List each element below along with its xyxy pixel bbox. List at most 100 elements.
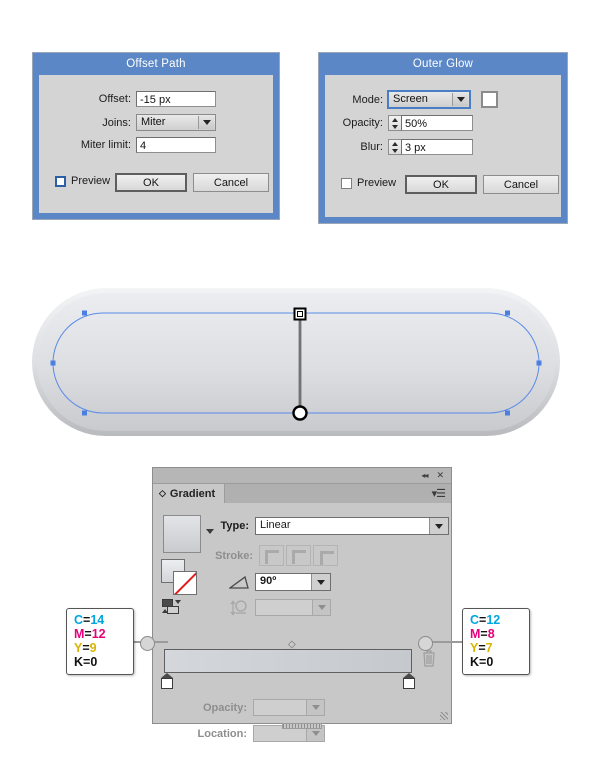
gradient-preview-swatch[interactable] <box>163 515 201 553</box>
glow-color-swatch[interactable] <box>481 91 498 108</box>
offset-preview-checkbox-row[interactable]: Preview <box>55 175 110 187</box>
cyan-key: C <box>470 613 480 627</box>
glow-cancel-button[interactable]: Cancel <box>483 175 559 194</box>
tab-gradient[interactable]: ◇ Gradient <box>153 484 226 503</box>
panel-bottom-grip[interactable] <box>282 723 322 729</box>
chevron-down-icon[interactable] <box>311 574 330 590</box>
cyan-key: C <box>74 613 84 627</box>
chevron-down-icon[interactable] <box>429 518 448 534</box>
none-slash-icon <box>174 572 196 594</box>
gradient-type-select[interactable]: Linear <box>255 517 449 535</box>
gradient-ramp[interactable] <box>164 649 412 673</box>
right-color-callout: C=12 M=8 Y=7 K=0 <box>462 608 530 675</box>
cyan-value: 12 <box>486 613 501 627</box>
vector-artwork-canvas <box>32 288 560 436</box>
mode-select[interactable]: Screen <box>387 90 471 109</box>
opacity-input[interactable]: 50% <box>401 115 473 131</box>
stop-opacity-select <box>253 699 325 716</box>
reverse-gradient-icon <box>229 599 249 616</box>
magenta-key: M <box>470 627 481 641</box>
eq-2: = <box>84 627 92 641</box>
chevron-down-icon <box>198 116 214 129</box>
gradient-angle-value: 90º <box>260 575 277 587</box>
glow-ok-button[interactable]: OK <box>405 175 477 194</box>
left-callout-connector-dot <box>140 636 155 651</box>
panel-tab-strip: ◇ Gradient ▾☰ <box>153 484 451 503</box>
chevron-down-icon <box>452 93 468 106</box>
offset-path-title-text: Offset Path <box>126 58 186 70</box>
black-key: K <box>74 655 84 669</box>
offset-ok-button[interactable]: OK <box>115 173 187 192</box>
gradient-stop-right[interactable] <box>403 673 415 689</box>
outer-glow-dialog: Outer Glow Mode: Screen Opacity: 50% Blu… <box>318 52 568 224</box>
blur-input[interactable]: 3 px <box>401 139 473 155</box>
opacity-stepper[interactable] <box>388 115 401 131</box>
outer-glow-dialog-title: Outer Glow <box>319 53 567 75</box>
stroke-gradient-within-icon <box>259 545 284 566</box>
stroke-row: Stroke: <box>213 545 338 566</box>
gradient-start-handle-circle[interactable] <box>292 405 308 421</box>
cyan-value: 14 <box>90 613 105 627</box>
gradient-panel: ◂◂ ✕ ◇ Gradient ▾☰ Type: Linear Stroke: … <box>152 467 452 742</box>
left-callout-yellow: Y=9 <box>74 641 126 655</box>
opacity-field-row: Opacity: 50% <box>325 115 561 131</box>
eq-2: = <box>480 627 488 641</box>
gradient-end-handle-square-inner <box>297 311 303 317</box>
mode-select-value: Screen <box>393 93 428 105</box>
stepper-up-icon[interactable] <box>392 117 398 122</box>
stroke-gradient-across-icon <box>313 545 338 566</box>
right-callout-connector-dot <box>418 636 433 651</box>
magenta-key: M <box>74 627 85 641</box>
offset-cancel-button[interactable]: Cancel <box>193 173 269 192</box>
stroke-gradient-along-icon <box>286 545 311 566</box>
stroke-label: Stroke: <box>215 549 253 562</box>
black-key: K <box>470 655 480 669</box>
yellow-value: 7 <box>485 641 493 655</box>
panel-resize-grip[interactable] <box>440 712 448 720</box>
gradient-fill-toggle-icon[interactable] <box>162 599 182 614</box>
stepper-down-icon[interactable] <box>392 148 398 153</box>
stepper-up-icon[interactable] <box>392 141 398 146</box>
gradient-type-value: Linear <box>260 519 291 531</box>
close-icon[interactable]: ✕ <box>436 470 444 481</box>
panel-tab-filler: ▾☰ <box>225 484 451 503</box>
mode-field-row: Mode: Screen <box>325 90 561 109</box>
miter-limit-field-row: Miter limit: 4 <box>39 137 273 153</box>
angle-icon <box>228 575 249 589</box>
angle-row: 90º <box>228 573 331 591</box>
left-callout-cyan: C=14 <box>74 613 126 627</box>
glow-preview-checkbox-row[interactable]: Preview <box>341 177 396 189</box>
glow-preview-checkbox[interactable] <box>341 177 352 189</box>
blur-label: Blur: <box>360 141 383 153</box>
type-label: Type: <box>220 520 249 532</box>
joins-select-value: Miter <box>141 116 166 128</box>
joins-select[interactable]: Miter <box>136 114 216 131</box>
gradient-stop-left[interactable] <box>161 673 173 689</box>
glow-preview-label: Preview <box>357 177 397 189</box>
panel-title-bar: ◂◂ ✕ <box>153 468 451 484</box>
magenta-value: 8 <box>487 627 495 641</box>
panel-menu-icon[interactable]: ▾☰ <box>432 487 446 500</box>
chevron-down-icon <box>312 600 330 615</box>
stroke-none-swatch[interactable] <box>173 571 197 595</box>
right-callout-magenta: M=8 <box>470 627 522 641</box>
miter-limit-label: Miter limit: <box>80 139 131 151</box>
stepper-down-icon[interactable] <box>392 124 398 129</box>
yellow-value: 9 <box>89 641 97 655</box>
offset-path-dialog-title: Offset Path <box>33 53 279 75</box>
offset-input[interactable]: -15 px <box>136 91 216 107</box>
miter-limit-input[interactable]: 4 <box>136 137 216 153</box>
offset-preview-checkbox[interactable] <box>55 175 66 187</box>
blur-stepper[interactable] <box>388 139 401 155</box>
outer-glow-title-text: Outer Glow <box>412 58 474 70</box>
gradient-angle-select[interactable]: 90º <box>255 573 331 591</box>
black-value: 0 <box>90 655 98 669</box>
offset-field-row: Offset: -15 px <box>39 91 273 107</box>
trash-icon[interactable] <box>421 649 437 667</box>
offset-preview-label: Preview <box>71 175 111 187</box>
stop-opacity-label: Opacity: <box>202 701 247 714</box>
black-value: 0 <box>486 655 494 669</box>
collapse-icon[interactable]: ◂◂ <box>421 471 428 480</box>
eq-3: = <box>478 641 486 655</box>
tab-grip-icon: ◇ <box>159 488 166 498</box>
